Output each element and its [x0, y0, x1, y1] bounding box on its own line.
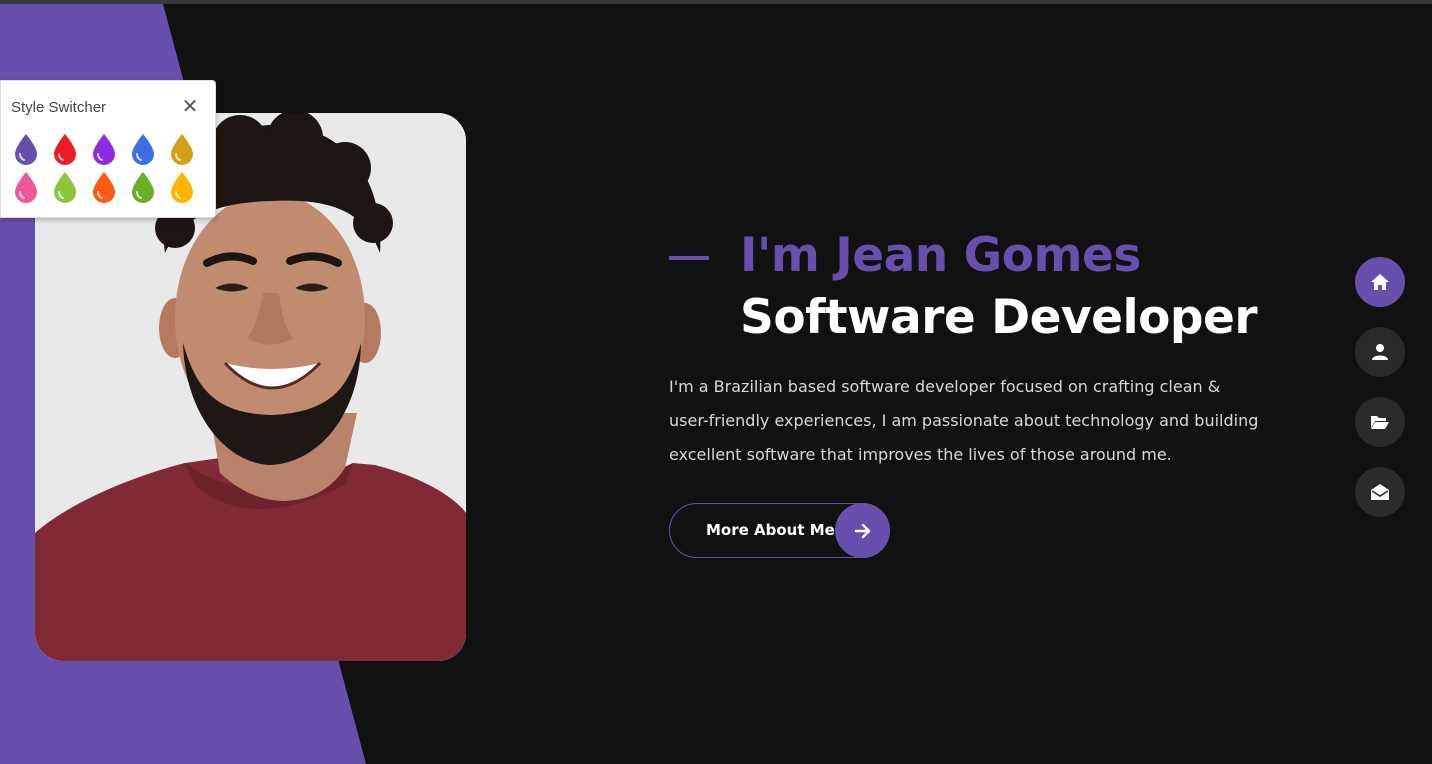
- color-drop-green[interactable]: [130, 171, 156, 203]
- envelope-open-icon: [1371, 484, 1389, 500]
- color-drop-pink[interactable]: [13, 171, 39, 203]
- hero-bio: I'm a Brazilian based software developer…: [669, 370, 1289, 472]
- home-icon: [1371, 274, 1389, 290]
- more-about-me-button[interactable]: More About Me: [669, 503, 890, 558]
- color-drop-red[interactable]: [52, 133, 78, 165]
- close-icon[interactable]: ✕: [179, 95, 201, 117]
- nav-contact-button[interactable]: [1355, 467, 1405, 517]
- more-about-me-label: More About Me: [706, 521, 835, 539]
- nav-about-button[interactable]: [1355, 327, 1405, 377]
- color-drop-gold[interactable]: [169, 133, 195, 165]
- bio-line: excellent software that improves the liv…: [669, 445, 1172, 464]
- hero-role: Software Developer: [740, 290, 1258, 345]
- window-top-bar: [0, 0, 1432, 4]
- title-dash-decoration: [669, 256, 709, 260]
- user-icon: [1372, 344, 1388, 360]
- bio-line: user-friendly experiences, I am passiona…: [669, 411, 1259, 430]
- nav-home-button[interactable]: [1355, 257, 1405, 307]
- color-drop-violet[interactable]: [91, 133, 117, 165]
- style-switcher-title: Style Switcher: [11, 99, 107, 116]
- folder-open-icon: [1371, 416, 1389, 429]
- arrow-right-icon: [835, 503, 890, 558]
- color-drop-yellow[interactable]: [169, 171, 195, 203]
- bio-line: I'm a Brazilian based software developer…: [669, 377, 1221, 396]
- nav-portfolio-button[interactable]: [1355, 397, 1405, 447]
- color-drop-purple[interactable]: [13, 133, 39, 165]
- color-drop-orange[interactable]: [91, 171, 117, 203]
- color-drop-lime[interactable]: [52, 171, 78, 203]
- color-drop-blue[interactable]: [130, 133, 156, 165]
- hero-name: I'm Jean Gomes: [740, 228, 1141, 283]
- style-switcher-panel: Style Switcher ✕: [0, 80, 216, 218]
